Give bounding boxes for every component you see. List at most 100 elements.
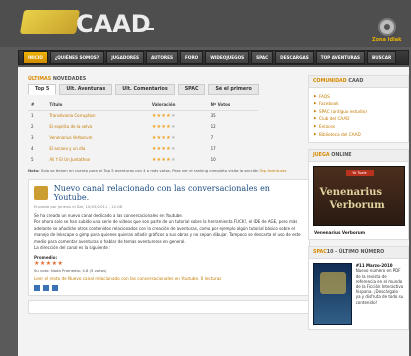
nav-item-foro[interactable]: FORO [180,51,204,64]
game-banner[interactable]: Ya Tuale Venenarius Verborum [312,166,405,227]
row-rating: ★★★★★ [149,154,208,165]
community-title-rest: CAAD [346,79,364,84]
article-meta: Enviado por jenesis el Sat, 10/05/2011 -… [34,204,123,209]
nav-item-top-aventuras[interactable]: TOP AVENTURAS [315,51,366,64]
rating-stars: ★★★★★ [151,145,176,152]
article-paragraph: Por ahora solo se han subido una serie d… [34,219,301,244]
rating-stars: ★★★★★ [151,134,176,141]
table-row: 5 Ali Y El Un Juntathon ★★★★★ 10 [28,154,258,165]
spac-panel: SPAC10 - ÚLTIMO NÚMERO #11 Marzo-2010 Nu… [308,246,409,331]
article-paragraph: La dirección del canal es la siguiente : [34,245,111,251]
top5-rows: 1 Transilvania Corruption ★★★★★ 35 2 El … [28,110,258,165]
note-prefix: Nota: [28,168,40,173]
article-body: Se ha creado un nuevo canal dedicado a l… [34,213,304,251]
banner-title-line2: Verborum [329,200,385,212]
vote-stars[interactable]: ★★★★★ [34,260,304,267]
note-link[interactable]: Top Aventuras [260,168,287,173]
top5-note: Nota: Solo se tienen en cuenta para el T… [28,168,308,173]
read-more-link[interactable]: Leer el resto de Nuevo canal relacionado… [34,276,304,281]
row-rating: ★★★★★ [149,110,208,121]
rating-stars: ★★★★★ [151,156,176,163]
main-nav: INICIO ¿QUIÉNES SOMOS? JUGADORES AUTORES… [18,50,409,65]
spac-title: SPAC10 - ÚLTIMO NÚMERO [309,247,408,260]
community-link-enlaces[interactable]: Enlaces [314,124,403,129]
news-article: Nuevo canal relacionado con las conversa… [28,179,310,297]
col-number: # [28,99,47,111]
top5-table: # Título Valoración Nº Votos 1 Transilva… [28,99,258,165]
col-votes: Nº Votos [207,99,258,111]
row-title-link[interactable]: Ali Y El Un Juntathon [46,154,148,165]
latest-title-rest: NOVEDADES [51,77,87,82]
vote-meta: Su voto: Nada Promedio: 4.8 (5 votos) [34,268,107,274]
latest-title-highlight: ÚLTIMAS [28,77,52,82]
community-link-spac[interactable]: SPAC (antiguo estudio) [314,109,403,114]
community-link-faqs[interactable]: FAQS [314,94,403,99]
latest-title: ÚLTIMAS NOVEDADES [28,77,314,82]
row-title-link[interactable]: Transilvania Corruption [46,110,148,121]
row-number: 5 [31,157,34,162]
row-votes: 35 [210,113,216,119]
row-rating: ★★★★★ [149,132,208,143]
article-title[interactable]: Nuevo canal relacionado con las conversa… [54,184,304,202]
col-rating: Valoración [148,99,208,111]
table-row: 3 Venenarius Verborum ★★★★★ 7 [28,132,258,143]
nav-item-jugadores[interactable]: JUGADORES [106,51,144,64]
game-caption: Venenarius Verborum [314,230,366,236]
nav-item-spac[interactable]: SPAC [251,51,274,64]
spac-title-highlight: SPAC [313,250,327,256]
tab-ult-comentarios[interactable]: Ult. Comentarios [115,84,175,95]
header: CAAD Zona ldlak [0,0,411,47]
row-rating: ★★★★★ [149,121,208,132]
rating-stars: ★★★★★ [151,112,176,119]
community-link-club[interactable]: Club del CAAD [314,116,403,121]
tab-se-el-primero[interactable]: Sé el primero [208,84,259,95]
nav-item-inicio[interactable]: INICIO [23,51,48,64]
nav-item-buscar[interactable]: BUSCAR [367,51,397,64]
row-votes: 7 [210,135,214,140]
nav-item-quienes-somos[interactable]: ¿QUIÉNES SOMOS? [49,51,105,64]
share-icon[interactable] [52,285,58,292]
magazine-cover-image[interactable] [313,263,352,326]
play-button[interactable]: Ya Tuale [345,170,374,177]
community-link-facebook[interactable]: Facebook [314,101,403,106]
tab-ult-aventuras[interactable]: Ult. Aventuras [59,84,113,95]
corner-label[interactable]: Zona ldlak [372,37,401,43]
table-row: 4 El arcano y un día ★★★★★ 17 [28,143,258,154]
rating-stars: ★★★★★ [151,123,176,130]
row-title-link[interactable]: El espíritu de la selva [46,121,148,132]
table-header-row: # Título Valoración Nº Votos [28,99,258,111]
share-icons [34,285,304,292]
nav-item-descargas[interactable]: DESCARGAS [275,51,314,64]
spac-desc: Nuevo número en PDF de la revista de ref… [355,268,404,305]
community-links: FAQS Facebook SPAC (antiguo estudio) Clu… [309,88,408,142]
banner-title-line1: Venenarius [319,187,383,199]
article-icon [34,186,48,200]
row-title-link[interactable]: Venenarius Verborum [46,132,148,143]
note-text: Solo se tienen en cuenta para el Top 5 a… [40,168,259,173]
facebook-icon[interactable] [43,285,49,292]
row-title-link[interactable]: El arcano y un día [46,143,148,154]
twitter-icon[interactable] [34,285,40,292]
game-title-rest: ONLINE [329,153,352,159]
main-content: ÚLTIMAS NOVEDADES Top 5 Ult. Aventuras U… [18,67,409,356]
spac-title-rest: 10 - ÚLTIMO NÚMERO [326,250,385,256]
spac-text: #11 Marzo-2010 Nuevo número en PDF de la… [356,263,404,325]
logo-underscore [142,28,154,30]
table-row: 2 El espíritu de la selva ★★★★★ 12 [28,121,258,132]
spac-content: #11 Marzo-2010 Nuevo número en PDF de la… [309,259,408,329]
row-votes: 17 [210,146,216,151]
community-link-biblioteca[interactable]: Biblioteca del CAAD [314,132,403,137]
nav-item-autores[interactable]: AUTORES [146,51,179,64]
row-number: 3 [31,135,34,140]
right-column: COMUNIDAD CAAD FAQS Facebook SPAC (antig… [308,75,409,336]
table-row: 1 Transilvania Corruption ★★★★★ 35 [28,110,258,121]
community-title-highlight: COMUNIDAD [313,79,347,84]
tab-spac[interactable]: SPAC [177,84,206,95]
nav-item-videojuegos[interactable]: WIDEOJUEGOS [205,51,250,64]
community-panel: COMUNIDAD CAAD FAQS Facebook SPAC (antig… [308,75,409,144]
row-rating: ★★★★★ [149,143,208,154]
latest-tabs: Top 5 Ult. Aventuras Ult. Comentarios SP… [28,84,314,95]
logo-text[interactable]: CAAD [76,10,151,38]
tab-top5[interactable]: Top 5 [28,84,57,95]
logo-book-icon[interactable] [19,10,81,34]
